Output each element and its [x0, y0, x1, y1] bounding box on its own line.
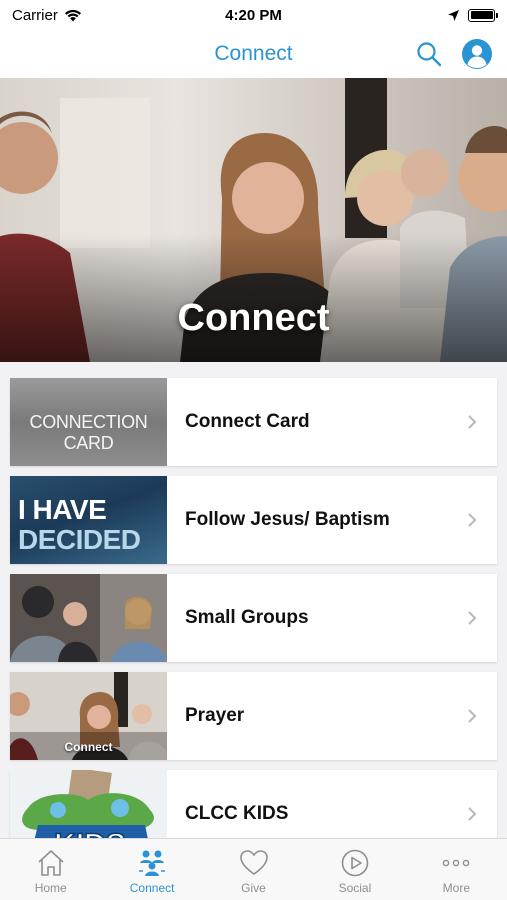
hero-title: Connect — [177, 297, 330, 339]
list-item-label: CLCC KIDS — [185, 803, 289, 824]
search-icon[interactable] — [415, 40, 443, 68]
carrier-label: Carrier — [12, 6, 58, 24]
profile-icon[interactable] — [461, 38, 493, 70]
nav-bar: Connect — [0, 30, 507, 78]
chevron-right-icon — [468, 513, 477, 527]
chevron-right-icon — [468, 415, 477, 429]
tab-give[interactable]: Give — [203, 839, 304, 900]
hero-banner: Connect — [0, 78, 507, 362]
tab-home[interactable]: Home — [0, 839, 101, 900]
thumbnail-text: Connect — [64, 740, 113, 754]
list-item-label: Follow Jesus/ Baptism — [185, 509, 390, 530]
heart-icon — [239, 850, 268, 875]
list-item-connect-card[interactable]: CONNECTION CARD Connect Card — [10, 378, 497, 466]
tab-label: More — [442, 881, 470, 895]
thumbnail-text-line1: I HAVE — [18, 494, 107, 525]
home-icon — [38, 850, 64, 876]
status-right — [447, 8, 498, 22]
list-item-small-groups[interactable]: Small Groups — [10, 574, 497, 662]
tab-label: Connect — [129, 881, 175, 895]
chevron-right-icon — [468, 709, 477, 723]
tab-more[interactable]: More — [406, 839, 507, 900]
play-icon — [341, 849, 369, 877]
thumbnail-text: CONNECTION CARD — [29, 412, 148, 453]
page-title: Connect — [214, 42, 293, 65]
list-item-label: Prayer — [185, 705, 245, 726]
chevron-right-icon — [468, 807, 477, 821]
small-groups-photo — [10, 574, 167, 662]
tab-label: Social — [338, 881, 372, 895]
list-item-prayer[interactable]: Connect Prayer — [10, 672, 497, 760]
people-icon — [139, 850, 166, 876]
location-arrow-icon — [448, 9, 459, 21]
tab-bar: Home Connect Give Social More — [0, 838, 507, 900]
baptism-thumbnail: I HAVE DECIDED — [10, 476, 167, 564]
list-item-label: Connect Card — [185, 411, 310, 432]
list-item-label: Small Groups — [185, 607, 309, 628]
status-bar: Carrier 4:20 PM — [0, 0, 507, 30]
battery-icon — [468, 8, 498, 22]
thumbnail-text-line2: DECIDED — [18, 524, 141, 555]
connect-list: CONNECTION CARD Connect Card I HAVE DECI… — [10, 378, 497, 868]
chevron-right-icon — [468, 611, 477, 625]
wifi-icon — [64, 9, 81, 21]
connect-card-thumbnail: CONNECTION CARD — [10, 378, 167, 466]
tab-label: Give — [241, 881, 266, 895]
list-item-follow-jesus-baptism[interactable]: I HAVE DECIDED Follow Jesus/ Baptism — [10, 476, 497, 564]
more-icon — [443, 859, 470, 867]
prayer-thumbnail: Connect — [10, 672, 167, 760]
status-left: Carrier — [12, 7, 82, 24]
tab-social[interactable]: Social — [304, 839, 405, 900]
small-groups-thumbnail — [10, 574, 167, 662]
tab-connect[interactable]: Connect — [101, 839, 202, 900]
tab-label: Home — [34, 881, 67, 895]
battery-fill — [470, 11, 493, 19]
